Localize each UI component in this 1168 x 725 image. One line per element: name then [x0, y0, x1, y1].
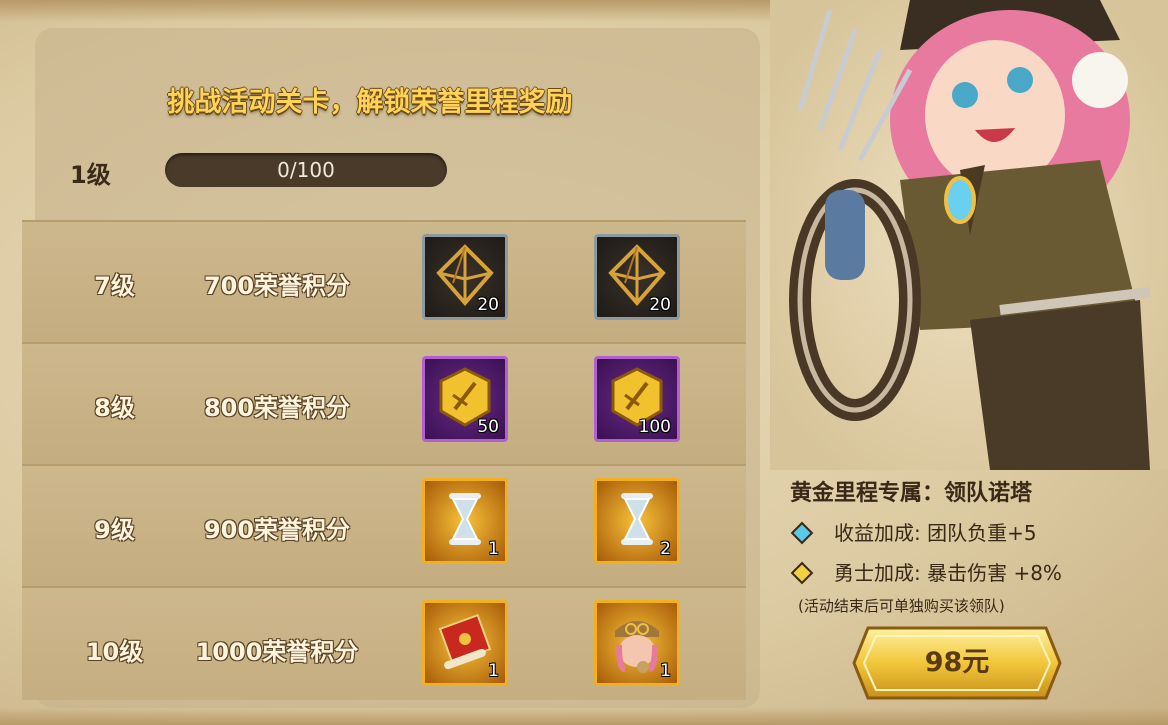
- row-level: 7级: [94, 272, 135, 300]
- reward-count: 2: [660, 539, 671, 559]
- reward-item[interactable]: 50: [422, 356, 508, 442]
- leader-info-title: 黄金里程专属：领队诺塔: [790, 481, 1033, 506]
- row-level: 10级: [85, 638, 144, 666]
- row-level: 8级: [94, 394, 135, 422]
- income-bonus: 收益加成: 团队负重+5: [790, 519, 1130, 547]
- leader-character-art: [770, 0, 1168, 470]
- reward-row-8: 8级 800荣誉积分 50 100: [22, 342, 746, 464]
- warrior-bonus: 勇士加成: 暴击伤害 +8%: [790, 559, 1130, 587]
- purchase-note: (活动结束后可单独购买该领队): [798, 597, 1005, 615]
- buy-button[interactable]: 98元: [850, 622, 1064, 704]
- reward-item[interactable]: 100: [594, 356, 680, 442]
- reward-item[interactable]: 20: [422, 234, 508, 320]
- reward-count: 50: [477, 417, 499, 437]
- reward-item[interactable]: 2: [594, 478, 680, 564]
- diamond-yellow-icon: [790, 561, 814, 585]
- row-points: 1000荣誉积分: [195, 638, 359, 666]
- reward-count: 1: [488, 661, 499, 681]
- current-level-label: 1级: [70, 161, 111, 189]
- reward-item[interactable]: 1: [422, 600, 508, 686]
- reward-count: 1: [488, 539, 499, 559]
- row-level: 9级: [94, 516, 135, 544]
- reward-count: 100: [638, 417, 671, 437]
- progress-text: 0/100: [277, 158, 335, 182]
- reward-item[interactable]: 20: [594, 234, 680, 320]
- reward-count: 20: [477, 295, 499, 315]
- warrior-bonus-text: 勇士加成: 暴击伤害 +8%: [834, 561, 1062, 585]
- reward-count: 20: [649, 295, 671, 315]
- income-bonus-text: 收益加成: 团队负重+5: [834, 521, 1037, 545]
- reward-item[interactable]: 1: [422, 478, 508, 564]
- reward-row-9: 9级 900荣誉积分 1 2: [22, 464, 746, 586]
- reward-row-10: 10级 1000荣誉积分 1 1: [22, 586, 746, 700]
- diamond-blue-icon: [790, 521, 814, 545]
- row-points: 700荣誉积分: [203, 272, 351, 300]
- reward-item[interactable]: 1: [594, 600, 680, 686]
- page-title: 挑战活动关卡，解锁荣誉里程奖励: [167, 87, 573, 118]
- leader-info: 黄金里程专属：领队诺塔 收益加成: 团队负重+5 勇士加成: 暴击伤害 +8% …: [790, 475, 1130, 616]
- reward-row-7: 7级 700荣誉积分 20 20: [22, 220, 746, 342]
- row-points: 900荣誉积分: [203, 516, 351, 544]
- reward-list[interactable]: 7级 700荣誉积分 20 20 8级 800荣誉积分 50 100 9级 90…: [22, 200, 746, 700]
- honor-progress-bar: 0/100: [165, 153, 447, 187]
- reward-count: 1: [660, 661, 671, 681]
- buy-button-label: 98元: [924, 647, 990, 678]
- row-points: 800荣誉积分: [203, 394, 351, 422]
